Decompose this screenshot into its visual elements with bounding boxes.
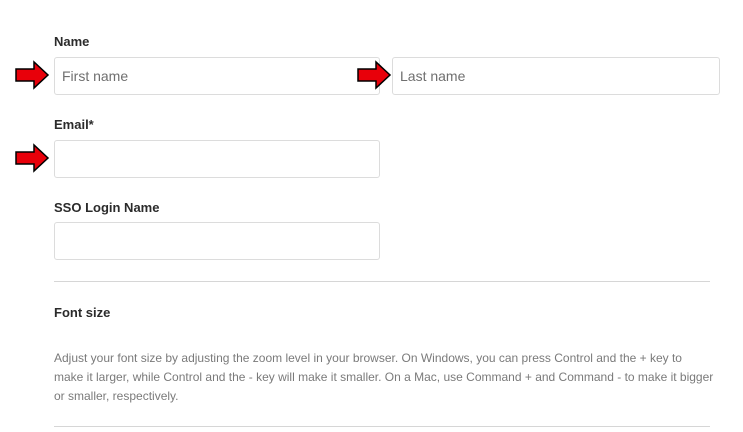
red-arrow-right-icon [357,60,392,90]
red-arrow-right-icon [15,60,50,90]
sso-login-name-input[interactable] [54,222,380,260]
section-divider [54,426,710,427]
last-name-input[interactable] [392,57,720,95]
name-label: Name [54,34,90,49]
email-label: Email* [54,117,94,132]
section-divider [54,281,710,282]
email-input[interactable] [54,140,380,178]
red-arrow-right-icon [15,143,50,173]
font-size-description: Adjust your font size by adjusting the z… [54,351,714,403]
sso-login-name-label: SSO Login Name [54,200,160,215]
font-size-heading: Font size [54,305,111,320]
first-name-input[interactable] [54,57,380,95]
